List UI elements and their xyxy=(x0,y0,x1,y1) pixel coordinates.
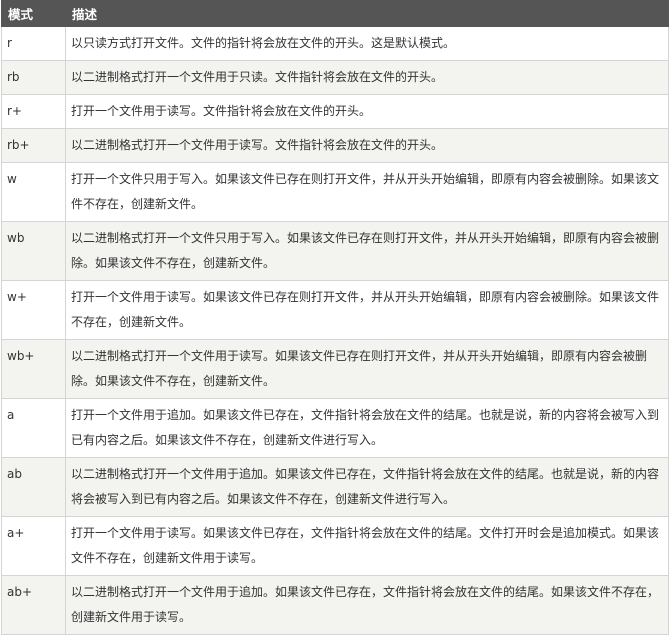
description-cell: 以二进制格式打开一个文件用于追加。如果该文件已存在，文件指针将会放在文件的结尾。… xyxy=(65,575,669,635)
table-row: a+ 打开一个文件用于读写。如果该文件已存在，文件指针将会放在文件的结尾。文件打… xyxy=(1,516,669,576)
mode-cell: r xyxy=(1,26,66,61)
table-row: wb 以二进制格式打开一个文件只用于写入。如果该文件已存在则打开文件，并从开头开… xyxy=(1,221,669,281)
table-row: w+ 打开一个文件用于读写。如果该文件已存在则打开文件，并从开头开始编辑，即原有… xyxy=(1,280,669,340)
table-row: rb 以二进制格式打开一个文件用于只读。文件指针将会放在文件的开头。 xyxy=(1,60,669,95)
table-header: 模式 描述 xyxy=(1,0,669,27)
mode-cell: w+ xyxy=(1,280,66,340)
table-row: w 打开一个文件只用于写入。如果该文件已存在则打开文件，并从开头开始编辑，即原有… xyxy=(1,162,669,222)
table-header-row: 模式 描述 xyxy=(1,0,669,27)
mode-cell: wb+ xyxy=(1,339,66,399)
mode-cell: a+ xyxy=(1,516,66,576)
mode-cell: wb xyxy=(1,221,66,281)
description-cell: 打开一个文件用于读写。如果该文件已存在，文件指针将会放在文件的结尾。文件打开时会… xyxy=(65,516,669,576)
file-mode-table: 模式 描述 r 以只读方式打开文件。文件的指针将会放在文件的开头。这是默认模式。… xyxy=(1,0,669,635)
header-mode: 模式 xyxy=(1,0,66,27)
description-cell: 打开一个文件只用于写入。如果该文件已存在则打开文件，并从开头开始编辑，即原有内容… xyxy=(65,162,669,222)
table-row: ab+ 以二进制格式打开一个文件用于追加。如果该文件已存在，文件指针将会放在文件… xyxy=(1,575,669,635)
mode-cell: ab+ xyxy=(1,575,66,635)
table-row: r 以只读方式打开文件。文件的指针将会放在文件的开头。这是默认模式。 xyxy=(1,26,669,61)
description-cell: 以只读方式打开文件。文件的指针将会放在文件的开头。这是默认模式。 xyxy=(65,26,669,61)
mode-cell: w xyxy=(1,162,66,222)
table-row: wb+ 以二进制格式打开一个文件用于读写。如果该文件已存在则打开文件，并从开头开… xyxy=(1,339,669,399)
description-cell: 以二进制格式打开一个文件用于追加。如果该文件已存在，文件指针将会放在文件的结尾。… xyxy=(65,457,669,517)
header-description: 描述 xyxy=(65,0,669,27)
mode-cell: ab xyxy=(1,457,66,517)
mode-cell: a xyxy=(1,398,66,458)
table-row: r+ 打开一个文件用于读写。文件指针将会放在文件的开头。 xyxy=(1,94,669,129)
table-row: rb+ 以二进制格式打开一个文件用于读写。文件指针将会放在文件的开头。 xyxy=(1,128,669,163)
mode-cell: r+ xyxy=(1,94,66,129)
mode-cell: rb xyxy=(1,60,66,95)
description-cell: 以二进制格式打开一个文件用于读写。如果该文件已存在则打开文件，并从开头开始编辑，… xyxy=(65,339,669,399)
description-cell: 以二进制格式打开一个文件用于读写。文件指针将会放在文件的开头。 xyxy=(65,128,669,163)
table-row: a 打开一个文件用于追加。如果该文件已存在，文件指针将会放在文件的结尾。也就是说… xyxy=(1,398,669,458)
description-cell: 打开一个文件用于读写。文件指针将会放在文件的开头。 xyxy=(65,94,669,129)
table-row: ab 以二进制格式打开一个文件用于追加。如果该文件已存在，文件指针将会放在文件的… xyxy=(1,457,669,517)
description-cell: 以二进制格式打开一个文件用于只读。文件指针将会放在文件的开头。 xyxy=(65,60,669,95)
description-cell: 以二进制格式打开一个文件只用于写入。如果该文件已存在则打开文件，并从开头开始编辑… xyxy=(65,221,669,281)
description-cell: 打开一个文件用于读写。如果该文件已存在则打开文件，并从开头开始编辑，即原有内容会… xyxy=(65,280,669,340)
description-cell: 打开一个文件用于追加。如果该文件已存在，文件指针将会放在文件的结尾。也就是说，新… xyxy=(65,398,669,458)
mode-cell: rb+ xyxy=(1,128,66,163)
table-body: r 以只读方式打开文件。文件的指针将会放在文件的开头。这是默认模式。 rb 以二… xyxy=(1,26,669,635)
